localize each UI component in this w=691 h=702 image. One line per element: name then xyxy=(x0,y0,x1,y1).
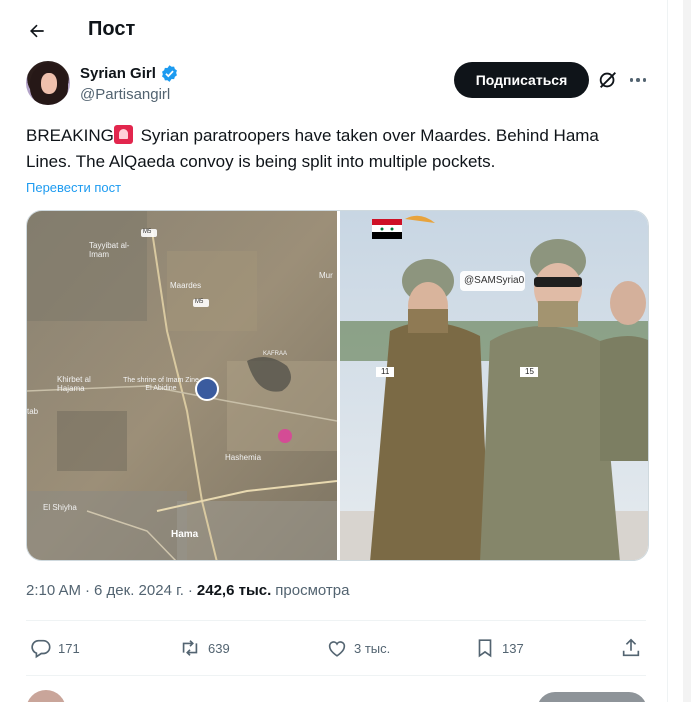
more-options-icon[interactable] xyxy=(627,70,649,90)
share-button[interactable] xyxy=(620,633,642,663)
post-time[interactable]: 2:10 AM xyxy=(26,582,81,599)
patch-number-right: 15 xyxy=(525,367,534,376)
post-date[interactable]: 6 дек. 2024 г. xyxy=(94,582,184,599)
repost-icon xyxy=(182,640,198,656)
police-siren-icon xyxy=(113,125,133,144)
author-name[interactable]: Syrian Girl xyxy=(80,64,179,83)
patch-number-left: 11 xyxy=(381,367,390,376)
like-count: 3 тыс. xyxy=(354,640,391,656)
map-label-shrine: The shrine of Imam Zine El Abidine xyxy=(123,377,199,392)
map-label-tayyibat: Tayyibat al-Imam xyxy=(89,241,130,259)
avatar-face-shape xyxy=(41,73,57,94)
like-button[interactable]: 3 тыс. xyxy=(326,633,390,663)
map-label-maardes: Maardes xyxy=(170,281,202,290)
action-bar: 171 639 3 тыс. 137 xyxy=(26,633,646,663)
reply-count: 171 xyxy=(58,640,80,656)
subscribe-button[interactable]: Подписаться xyxy=(454,62,589,98)
avatar[interactable] xyxy=(26,61,70,105)
author-handle[interactable]: @Partisangirl xyxy=(80,86,170,103)
share-icon xyxy=(622,638,640,657)
page-header: Пост xyxy=(0,0,668,60)
bookmark-icon xyxy=(478,639,492,658)
verified-badge-icon xyxy=(161,65,177,82)
more-dot xyxy=(636,78,640,82)
divider xyxy=(26,620,646,621)
page-title: Пост xyxy=(88,18,136,40)
map-label-hama: Hama xyxy=(171,529,199,540)
paratroopers-photo[interactable]: @SAMSyria0 11 15 xyxy=(340,211,648,560)
photo-watermark: @SAMSyria0 xyxy=(464,275,525,286)
divider xyxy=(26,675,646,676)
map-label-tab: tab xyxy=(27,407,39,416)
back-button[interactable] xyxy=(22,16,52,46)
view-count-label: просмотра xyxy=(275,582,350,599)
reply-icon xyxy=(31,639,51,659)
map-label-khirbet: Khirbet al Hajama xyxy=(57,375,91,393)
map-image[interactable]: Tayyibat al-Imam M5 M5 Maardes Mur KAFRA… xyxy=(27,211,337,560)
translate-link[interactable]: Перевести пост xyxy=(26,180,121,195)
map-label-shiyha: El Shiyha xyxy=(43,503,77,512)
author-name-text: Syrian Girl xyxy=(80,65,156,82)
bookmark-button[interactable]: 137 xyxy=(474,633,524,663)
map-label-kafraa: KAFRAA xyxy=(263,351,288,357)
separator: · xyxy=(187,582,193,599)
post-metadata: 2:10 AM · 6 дек. 2024 г. · 242,6 тыс. пр… xyxy=(26,582,349,599)
photo-scene xyxy=(340,211,648,560)
grok-icon[interactable] xyxy=(597,69,619,91)
map-label-m5: M5 xyxy=(143,229,152,235)
more-dot xyxy=(629,78,634,82)
map-label-hashemia: Hashemia xyxy=(225,453,262,462)
reply-button[interactable]: 171 xyxy=(30,633,80,663)
repost-count: 639 xyxy=(208,640,230,656)
post-media[interactable]: Tayyibat al-Imam M5 M5 Maardes Mur KAFRA… xyxy=(26,210,649,561)
arrow-left-icon xyxy=(30,24,44,38)
repost-button[interactable]: 639 xyxy=(178,633,230,663)
map-label-m5: M5 xyxy=(195,299,204,305)
heart-icon xyxy=(328,641,346,657)
post-text: BREAKING Syrian paratroopers have taken … xyxy=(26,123,646,175)
separator: · xyxy=(85,582,91,599)
reply-submit-button[interactable] xyxy=(537,692,647,702)
more-dot xyxy=(642,78,647,82)
post-text-before: BREAKING xyxy=(26,126,114,145)
map-label-mur: Mur xyxy=(319,271,333,280)
bookmark-count: 137 xyxy=(502,640,524,656)
scrollbar[interactable] xyxy=(683,0,691,702)
view-count: 242,6 тыс. xyxy=(196,582,272,599)
